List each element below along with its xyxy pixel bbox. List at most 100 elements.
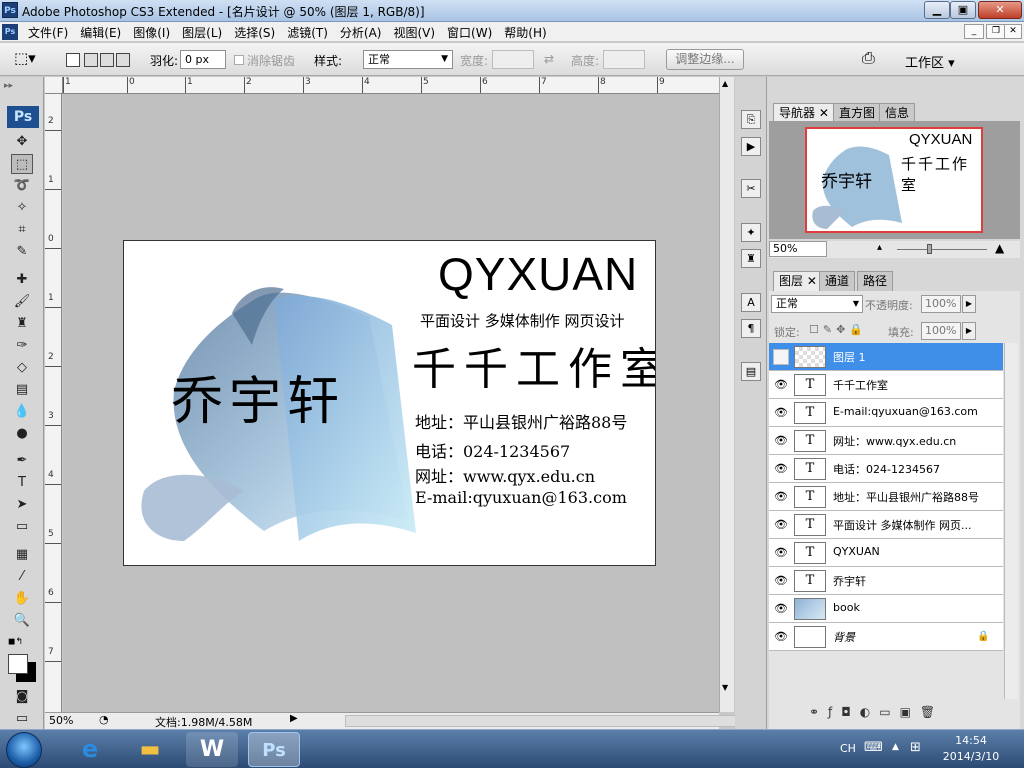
horizontal-ruler[interactable]: 1 0 1 2 3 4 5 6 7 8 9 bbox=[63, 77, 719, 94]
intersect-selection-icon[interactable] bbox=[116, 53, 130, 67]
word-icon[interactable]: W bbox=[186, 732, 238, 767]
layer-row[interactable]: 👁 T QYXUAN bbox=[769, 539, 1003, 567]
gradient-tool-icon[interactable]: ▤ bbox=[11, 380, 33, 400]
eye-icon[interactable]: 👁 bbox=[773, 405, 789, 421]
history-panel-icon[interactable]: ⎘ bbox=[741, 110, 761, 129]
hand-tool-icon[interactable]: ✋ bbox=[11, 589, 33, 609]
zoom-slider[interactable] bbox=[897, 249, 987, 250]
tab-info[interactable]: 信息 bbox=[879, 103, 916, 123]
paragraph-panel-icon[interactable]: ¶ bbox=[741, 319, 761, 338]
path-selection-tool-icon[interactable]: ➤ bbox=[11, 495, 33, 515]
layer-row[interactable]: 👁 T 电话：024-1234567 bbox=[769, 455, 1003, 483]
doc-restore-button[interactable]: ❐ bbox=[986, 24, 1006, 39]
visibility-toggle-empty[interactable] bbox=[773, 349, 789, 365]
brush-tool-icon[interactable]: 🖌 bbox=[11, 292, 33, 312]
eye-icon[interactable]: 👁 bbox=[773, 433, 789, 449]
language-indicator[interactable]: CH bbox=[840, 742, 856, 755]
layer-row[interactable]: 👁 T 平面设计 多媒体制作 网页... bbox=[769, 511, 1003, 539]
tab-histogram[interactable]: 直方图 bbox=[833, 103, 882, 123]
menu-item-7[interactable]: 视图(V) bbox=[393, 24, 435, 41]
navigator-preview[interactable]: QYXUAN 千千工作室 乔宇轩 bbox=[805, 127, 983, 233]
show-hidden-icons[interactable]: ▲ bbox=[892, 742, 899, 752]
tool-presets-panel-icon[interactable]: ✂ bbox=[741, 179, 761, 198]
brushes-panel-icon[interactable]: ✦ bbox=[741, 223, 761, 242]
feather-input[interactable]: 0 px bbox=[180, 50, 226, 69]
layer-row[interactable]: 👁 T 地址：平山县银州广裕路88号 bbox=[769, 483, 1003, 511]
vertical-scrollbar[interactable]: ▲ ▼ bbox=[719, 77, 734, 712]
quick-mask-icon[interactable]: ◙ bbox=[11, 687, 33, 707]
marquee-tool-preset-icon[interactable]: ⬚▾ bbox=[14, 49, 36, 67]
zoom-in-icon[interactable]: ▲ bbox=[995, 241, 1004, 255]
eye-icon[interactable]: 👁 bbox=[773, 489, 789, 505]
eye-icon[interactable]: 👁 bbox=[773, 461, 789, 477]
antialias-checkbox[interactable] bbox=[234, 55, 244, 65]
maximize-button[interactable]: ▣ bbox=[950, 1, 976, 19]
keyboard-icon[interactable]: ⌨ bbox=[864, 740, 883, 755]
close-button[interactable]: ✕ bbox=[978, 1, 1022, 19]
eye-icon[interactable]: 👁 bbox=[773, 601, 789, 617]
screen-mode-icon[interactable]: ▭ bbox=[11, 709, 33, 726]
layers-scrollbar[interactable] bbox=[1004, 343, 1018, 699]
minimize-button[interactable]: ▁ bbox=[924, 1, 950, 19]
layer-row[interactable]: 👁 T 网址：www.qyx.edu.cn bbox=[769, 427, 1003, 455]
clock[interactable]: 14:54 2014/3/10 bbox=[936, 733, 1006, 765]
ruler-origin[interactable] bbox=[45, 77, 63, 94]
doc-minimize-button[interactable]: _ bbox=[964, 24, 984, 39]
clone-stamp-tool-icon[interactable]: ♜ bbox=[11, 314, 33, 334]
add-selection-icon[interactable] bbox=[84, 53, 98, 67]
explorer-icon[interactable]: ▬ bbox=[124, 732, 176, 767]
menu-item-9[interactable]: 帮助(H) bbox=[504, 24, 546, 41]
layer-comps-panel-icon[interactable]: ▤ bbox=[741, 362, 761, 381]
shape-tool-icon[interactable]: ▭ bbox=[11, 517, 33, 537]
new-selection-icon[interactable] bbox=[66, 53, 80, 67]
opacity-input[interactable]: 100% bbox=[921, 295, 961, 313]
layer-row[interactable]: 👁 book bbox=[769, 595, 1003, 623]
tab-layers[interactable]: 图层 ✕ bbox=[773, 271, 823, 291]
menu-item-0[interactable]: 文件(F) bbox=[28, 24, 68, 41]
scroll-down-icon[interactable]: ▼ bbox=[722, 683, 728, 692]
eye-icon[interactable]: 👁 bbox=[773, 517, 789, 533]
menu-item-1[interactable]: 编辑(E) bbox=[80, 24, 121, 41]
fill-arrow-icon[interactable]: ▶ bbox=[962, 322, 976, 340]
workspace-menu[interactable]: 工作区 ▾ bbox=[905, 52, 955, 71]
doc-close-button[interactable]: ✕ bbox=[1004, 24, 1022, 39]
zoom-slider-thumb[interactable] bbox=[927, 244, 932, 254]
zoom-tool-icon[interactable]: 🔍 bbox=[11, 611, 33, 631]
menu-item-2[interactable]: 图像(I) bbox=[133, 24, 170, 41]
start-button[interactable] bbox=[6, 732, 42, 768]
eye-icon[interactable]: 👁 bbox=[773, 545, 789, 561]
navigator-zoom-input[interactable]: 50% bbox=[769, 241, 827, 257]
ie-icon[interactable]: e bbox=[64, 732, 116, 767]
type-tool-icon[interactable]: T bbox=[11, 473, 33, 493]
refine-edge-button[interactable]: 调整边缘... bbox=[666, 49, 744, 70]
character-panel-icon[interactable]: A bbox=[741, 293, 761, 312]
magic-wand-tool-icon[interactable]: ✧ bbox=[11, 198, 33, 218]
eye-icon[interactable]: 👁 bbox=[773, 573, 789, 589]
eraser-tool-icon[interactable]: ◇ bbox=[11, 358, 33, 378]
zoom-level[interactable]: 50% bbox=[49, 714, 73, 727]
layer-row[interactable]: 👁 背景 🔒 bbox=[769, 623, 1003, 651]
blend-mode-select[interactable]: 正常 ▼ bbox=[771, 295, 863, 313]
status-info-icon[interactable]: ◔ bbox=[99, 713, 109, 726]
crop-tool-icon[interactable]: ⌗ bbox=[11, 220, 33, 240]
doc-menu-icon[interactable]: Ps bbox=[2, 24, 18, 40]
dodge-tool-icon[interactable]: ● bbox=[11, 424, 33, 444]
fill-input[interactable]: 100% bbox=[921, 322, 961, 340]
tab-navigator[interactable]: 导航器 ✕ bbox=[773, 103, 835, 123]
menu-item-3[interactable]: 图层(L) bbox=[182, 24, 222, 41]
lock-options-icon[interactable]: ☐✎✥🔒 bbox=[809, 323, 867, 336]
clone-source-panel-icon[interactable]: ♜ bbox=[741, 249, 761, 268]
bridge-icon[interactable]: ⎙ bbox=[862, 48, 875, 68]
tab-channels[interactable]: 通道 bbox=[819, 271, 856, 291]
height-input[interactable] bbox=[603, 50, 645, 69]
blur-tool-icon[interactable]: 💧 bbox=[11, 402, 33, 422]
layer-row[interactable]: 👁 T 乔宇轩 bbox=[769, 567, 1003, 595]
menu-item-5[interactable]: 滤镜(T) bbox=[287, 24, 328, 41]
move-tool-icon[interactable]: ✥ bbox=[11, 132, 33, 152]
menu-item-4[interactable]: 选择(S) bbox=[234, 24, 275, 41]
vertical-ruler[interactable]: 2 1 0 1 2 3 4 5 6 7 bbox=[45, 94, 62, 712]
eye-icon[interactable]: 👁 bbox=[773, 377, 789, 393]
slice-tool-icon[interactable]: ✎ bbox=[11, 242, 33, 262]
width-input[interactable] bbox=[492, 50, 534, 69]
photoshop-taskbar-button[interactable]: Ps bbox=[248, 732, 300, 767]
